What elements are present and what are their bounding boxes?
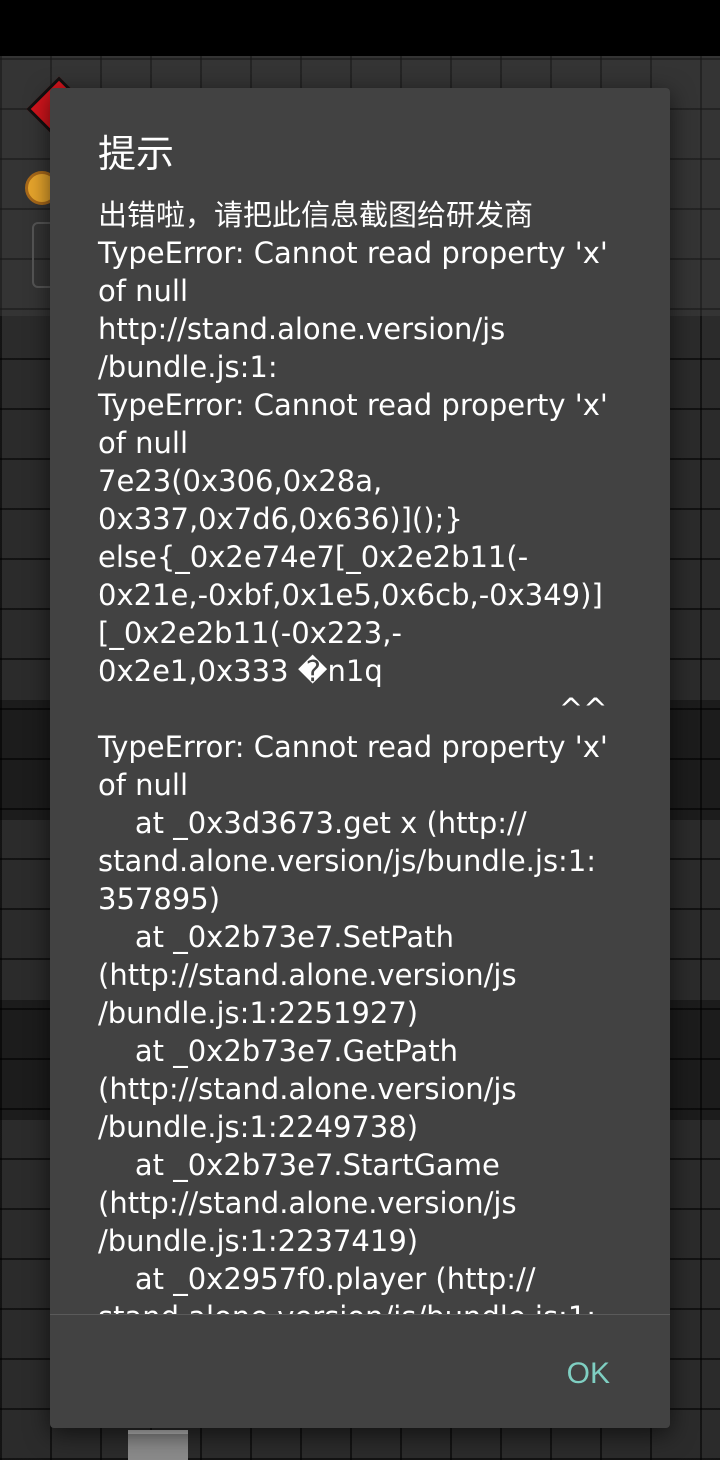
dialog-message-scroll[interactable]: 出错啦，请把此信息截图给研发商 TypeError: Cannot read p…	[50, 196, 670, 1314]
app-screen: 提示 出错啦，请把此信息截图给研发商 TypeError: Cannot rea…	[0, 0, 720, 1460]
dialog-title: 提示	[98, 132, 175, 176]
dialog-divider	[50, 1314, 670, 1315]
status-bar	[0, 0, 720, 56]
dialog-message: 出错啦，请把此信息截图给研发商 TypeError: Cannot read p…	[98, 198, 608, 1314]
error-dialog: 提示 出错啦，请把此信息截图给研发商 TypeError: Cannot rea…	[50, 88, 670, 1428]
ok-button[interactable]: OK	[559, 1350, 618, 1398]
game-pipe-decoration	[128, 1430, 188, 1460]
